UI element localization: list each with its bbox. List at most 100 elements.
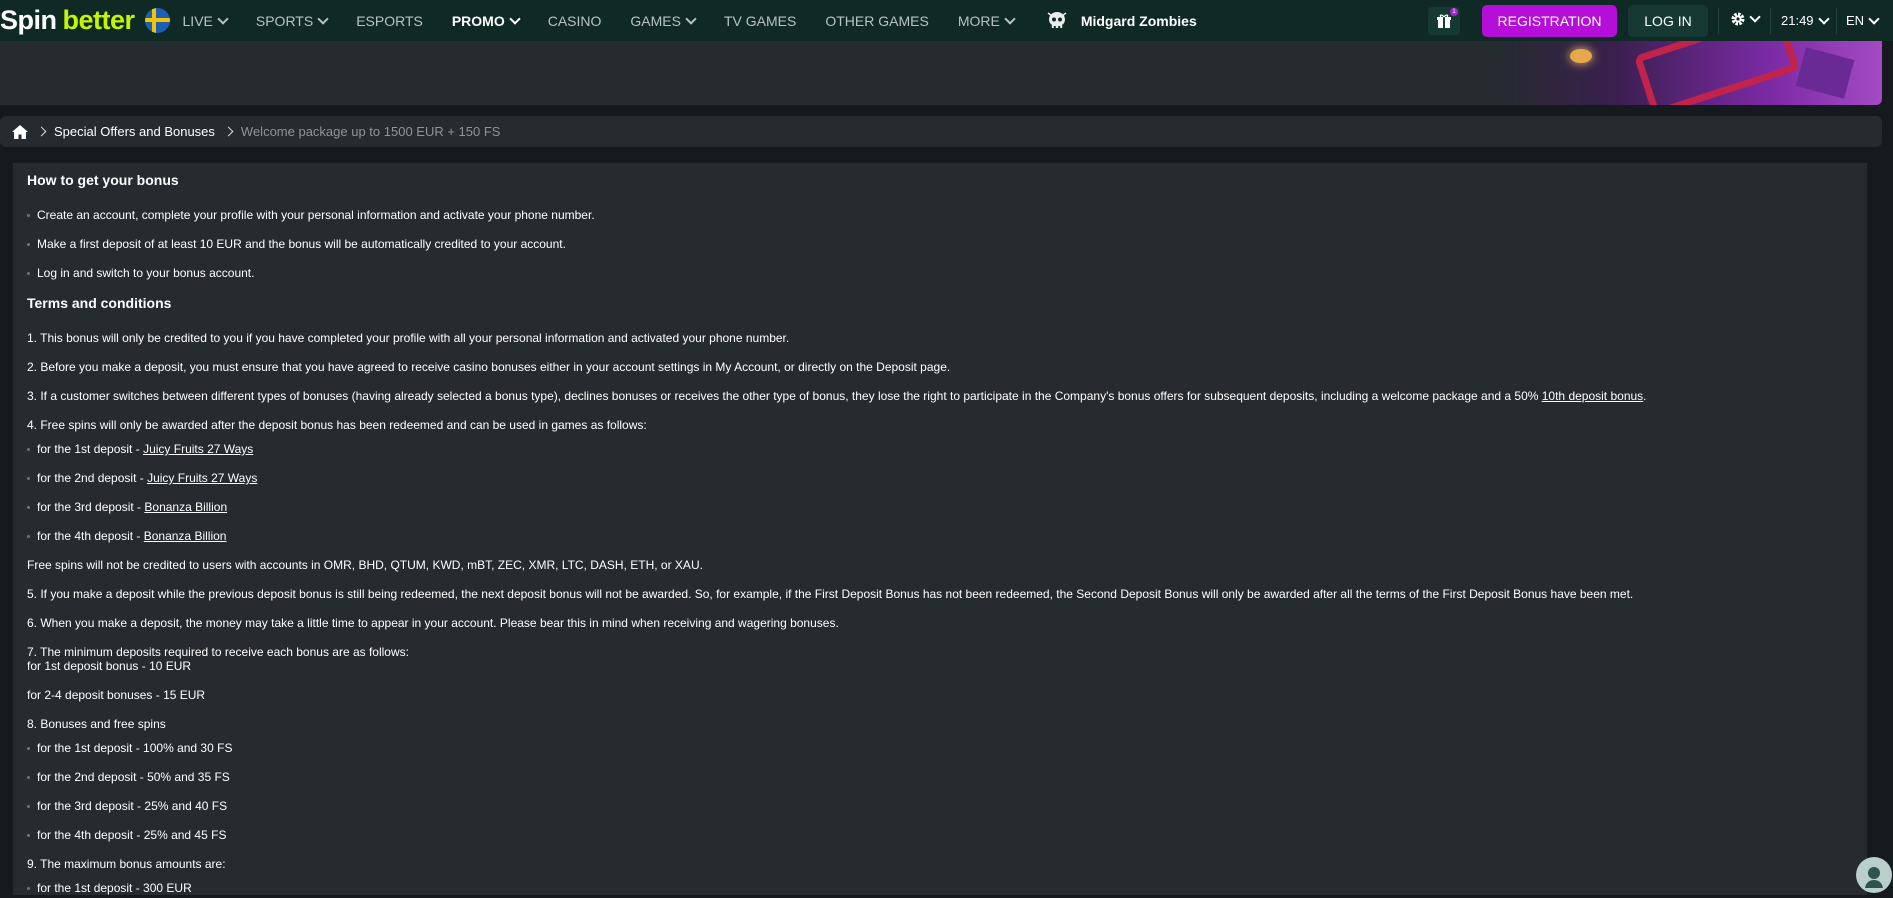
settings-button[interactable] [1730,11,1761,27]
tenth-deposit-bonus-link[interactable]: 10th deposit bonus [1542,389,1643,403]
game-link[interactable]: Bonanza Billion [144,529,227,543]
term-3-text: 3. If a customer switches between differ… [27,389,1542,403]
header-divider [1836,8,1837,34]
list-item: Make a first deposit of at least 10 EUR … [27,237,566,251]
header-divider [1770,8,1771,34]
list-item-text: for the 4th deposit - 25% and 45 FS [37,828,227,842]
list-item: for the 4th deposit - Bonanza Billion [27,529,226,543]
game-link[interactable]: Juicy Fruits 27 Ways [143,442,253,456]
nav-tv-games[interactable]: TV GAMES [724,13,796,29]
language-selector[interactable]: EN [1846,12,1880,28]
chevron-down-icon [317,12,329,25]
list-item: for the 3rd deposit - Bonanza Billion [27,500,227,514]
nav-casino-label: CASINO [547,12,602,29]
header-divider [1718,8,1719,34]
term-3-end: . [1643,389,1647,403]
registration-button[interactable]: REGISTRATION [1482,5,1617,37]
site-logo[interactable]: Spin better [0,0,170,41]
gear-icon [1731,12,1745,26]
list-item-text: for the 1st deposit - [37,442,144,456]
nav-games[interactable]: GAMES [630,12,697,29]
term-6: 6. When you make a deposit, the money ma… [27,616,839,630]
bonus-terms-content: How to get your bonus Create an account,… [13,163,1867,895]
term-3: 3. If a customer switches between differ… [27,389,1647,403]
nav-tv-games-label: TV GAMES [724,12,797,29]
support-chat-button[interactable] [1856,857,1892,893]
nav-live[interactable]: LIVE [182,12,229,29]
nav-other-games[interactable]: OTHER GAMES [825,13,928,29]
game-link[interactable]: Bonanza Billion [144,500,227,514]
list-item: for the 1st deposit - 100% and 30 FS [27,741,232,755]
clock[interactable]: 21:49 [1781,12,1830,28]
list-item-text: Log in and switch to your bonus account. [37,266,255,280]
list-item-text: Make a first deposit of at least 10 EUR … [37,237,566,251]
chevron-down-icon [1868,12,1880,25]
gift-icon [1437,14,1451,28]
gift-button[interactable]: 1 [1428,7,1460,35]
term-7-first: for 1st deposit bonus - 10 EUR [27,659,192,673]
clock-time: 21:49 [1781,13,1814,28]
breadcrumb: Special Offers and Bonuses Welcome packa… [0,116,1882,147]
banner-light-decoration [1570,49,1592,63]
breadcrumb-current: Welcome package up to 1500 EUR + 150 FS [240,124,501,139]
term-5: 5. If you make a deposit while the previ… [27,587,1634,601]
nav-promo[interactable]: PROMO [451,12,521,29]
list-item-text: Create an account, complete your profile… [37,208,595,222]
nav-games-label: GAMES [630,12,681,29]
list-item-text: for the 2nd deposit - [37,471,148,485]
gift-count-badge: 1 [1450,8,1458,16]
nav-esports-label: ESPORTS [356,12,423,29]
support-agent-icon [1865,867,1883,888]
list-item: for the 3rd deposit - 25% and 40 FS [27,799,227,813]
list-item-text: for the 4th deposit - [37,529,144,543]
term-8: 8. Bonuses and free spins [27,717,166,731]
chevron-down-icon [685,12,697,25]
how-to-get-bonus-heading: How to get your bonus [27,172,179,188]
nav-casino[interactable]: CASINO [548,13,602,29]
login-button[interactable]: LOG IN [1628,5,1708,37]
list-item: for the 2nd deposit - 50% and 35 FS [27,770,230,784]
term-4: 4. Free spins will only be awarded after… [27,418,647,432]
featured-game-link[interactable]: Midgard Zombies [1045,9,1197,33]
chevron-down-icon [1004,12,1016,25]
list-item: Log in and switch to your bonus account. [27,266,254,280]
featured-game-name: Midgard Zombies [1080,12,1197,29]
terms-heading: Terms and conditions [27,295,172,311]
nav-more[interactable]: MORE [957,12,1016,29]
term-9: 9. The maximum bonus amounts are: [27,857,226,871]
list-item-text: for the 1st deposit - 100% and 30 FS [37,741,233,755]
list-item: Create an account, complete your profile… [27,208,595,222]
chevron-down-icon [1749,11,1761,23]
logo-better-text: better [62,5,136,35]
chevron-down-icon [509,12,521,25]
list-item: for the 1st deposit - 300 EUR [27,881,192,895]
term-2: 2. Before you make a deposit, you must e… [27,360,951,374]
nav-sports-label: SPORTS [255,12,314,29]
main-nav: LIVE SPORTS ESPORTS PROMO CASINO GAMES T… [183,9,1197,33]
sweden-flag-icon [144,8,170,33]
nav-promo-label: PROMO [451,12,505,29]
nav-live-label: LIVE [182,12,213,29]
logo-spin-text: Spin [0,5,57,35]
list-item-text: for the 1st deposit - 300 EUR [37,881,192,895]
home-icon[interactable] [12,124,28,139]
nav-sports[interactable]: SPORTS [255,12,329,29]
list-item-text: for the 3rd deposit - [37,500,145,514]
breadcrumb-special-offers[interactable]: Special Offers and Bonuses [54,124,215,139]
chevron-down-icon [217,12,229,25]
list-item-text: for the 3rd deposit - 25% and 40 FS [37,799,228,813]
promo-banner [0,41,1882,105]
breadcrumb-chevron-icon [223,126,234,137]
list-item: for the 4th deposit - 25% and 45 FS [27,828,226,842]
nav-more-label: MORE [957,12,1000,29]
skull-icon [1047,11,1067,28]
language-code: EN [1846,13,1865,28]
top-header: Spin better LIVE SPORTS ESPORTS PROMO CA… [0,0,1893,41]
term-7-second: for 2-4 deposit bonuses - 15 EUR [27,688,206,702]
chevron-down-icon [1817,12,1830,25]
nav-esports[interactable]: ESPORTS [356,13,423,29]
list-item: for the 2nd deposit - Juicy Fruits 27 Wa… [27,471,257,485]
term-1: 1. This bonus will only be credited to y… [27,331,790,345]
game-link[interactable]: Juicy Fruits 27 Ways [147,471,257,485]
list-item: for the 1st deposit - Juicy Fruits 27 Wa… [27,442,253,456]
